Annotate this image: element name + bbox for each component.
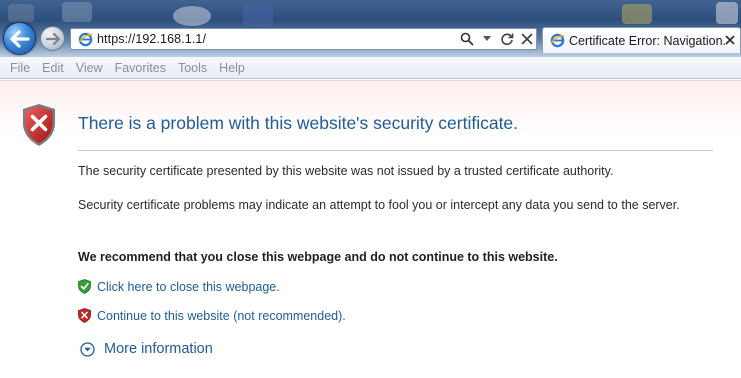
close-webpage-option[interactable]: Click here to close this webpage. (78, 279, 280, 294)
forward-button[interactable] (40, 26, 65, 51)
page-content: There is a problem with this website's s… (0, 80, 741, 378)
background-decoration (243, 4, 273, 26)
background-decoration (716, 2, 738, 24)
menu-file[interactable]: File (4, 57, 36, 79)
background-decoration (173, 6, 211, 26)
continue-website-option[interactable]: Continue to this website (not recommende… (78, 308, 346, 323)
dropdown-arrow-icon[interactable] (480, 31, 494, 47)
refresh-icon[interactable] (500, 31, 514, 47)
address-tools (460, 30, 534, 48)
background-decoration (62, 2, 92, 22)
menu-bar: File Edit View Favorites Tools Help (0, 57, 741, 79)
background-decoration (622, 4, 652, 24)
shield-error-icon (78, 308, 91, 323)
continue-website-link[interactable]: Continue to this website (not recommende… (97, 309, 346, 323)
back-arrow-icon (9, 29, 30, 48)
recommendation-text: We recommend that you close this webpage… (78, 250, 558, 264)
search-icon[interactable] (460, 31, 474, 47)
certificate-issuer-message: The security certificate presented by th… (78, 164, 614, 178)
close-tab-icon[interactable] (724, 33, 736, 47)
shield-error-icon (23, 104, 55, 146)
shield-check-icon (78, 279, 91, 294)
stop-icon[interactable] (520, 31, 534, 47)
back-button[interactable] (3, 22, 36, 55)
close-webpage-link[interactable]: Click here to close this webpage. (97, 280, 280, 294)
forward-arrow-icon (45, 32, 60, 45)
tab-label: Certificate Error: Navigation... (569, 33, 727, 48)
menu-help[interactable]: Help (213, 57, 251, 79)
background-decoration (8, 4, 34, 22)
divider (78, 150, 713, 151)
expand-down-icon (80, 341, 95, 357)
address-bar[interactable]: https://192.168.1.1/ (70, 28, 537, 50)
menu-tools[interactable]: Tools (172, 57, 213, 79)
menu-favorites[interactable]: Favorites (109, 57, 172, 79)
more-information-toggle[interactable]: More information (80, 341, 213, 357)
menu-view[interactable]: View (70, 57, 109, 79)
menu-edit[interactable]: Edit (36, 57, 70, 79)
tab-certificate-error[interactable]: Certificate Error: Navigation... (542, 27, 741, 53)
browser-titlebar: https://192.168.1.1/ Certificate Error: … (0, 0, 741, 57)
more-information-label[interactable]: More information (104, 341, 213, 357)
url-text[interactable]: https://192.168.1.1/ (97, 32, 206, 46)
ie-page-icon (77, 31, 93, 47)
ie-page-icon (549, 33, 565, 49)
page-title: There is a problem with this website's s… (78, 113, 519, 133)
security-warning-message: Security certificate problems may indica… (78, 198, 680, 212)
